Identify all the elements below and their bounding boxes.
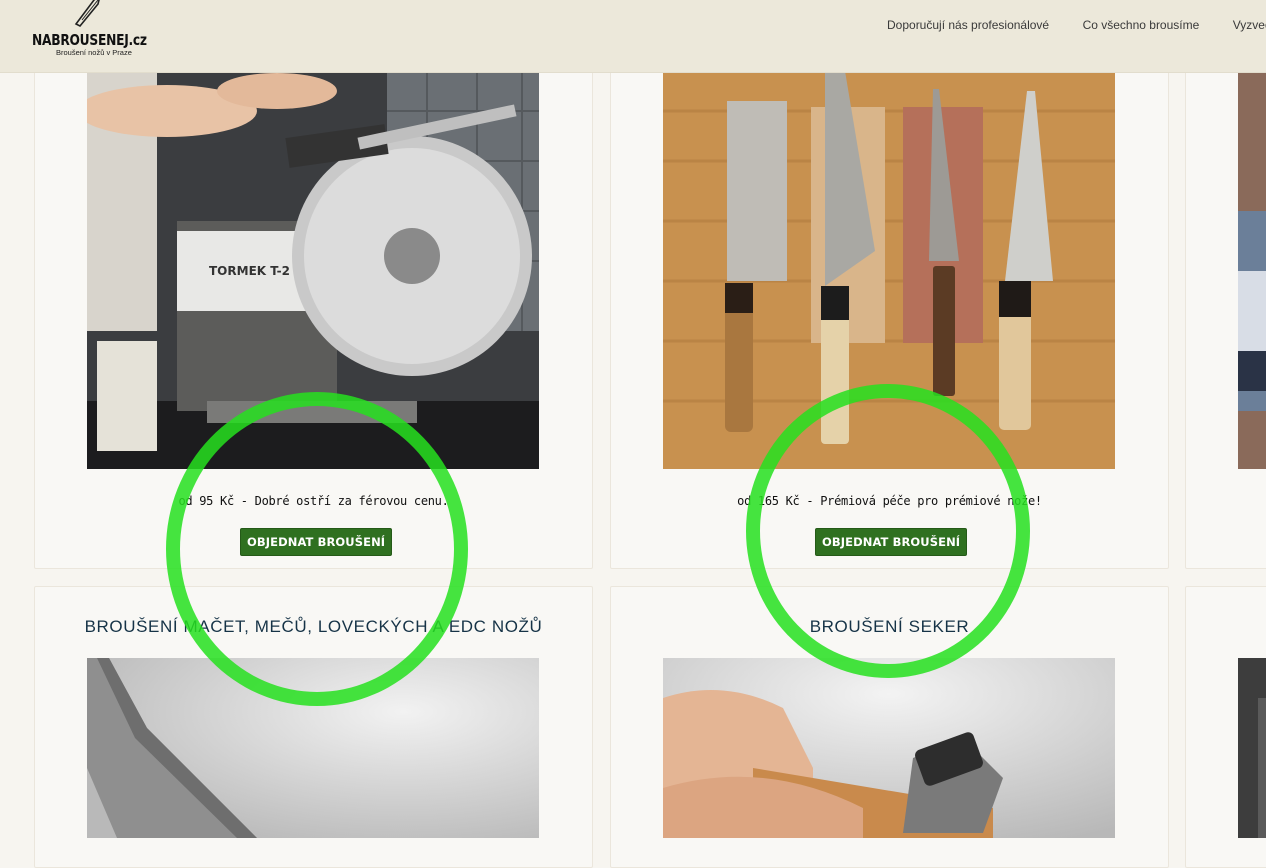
logo-title: NABROUSENEJ.cz xyxy=(32,31,147,49)
section-heading: BROUŠENÍ MAČET, MEČŮ, LOVECKÝCH A EDC NO… xyxy=(84,617,543,636)
japanese-knives-photo xyxy=(663,71,1115,469)
svg-text:TORMEK T-2: TORMEK T-2 xyxy=(209,264,290,278)
nav-item-what-we-sharpen[interactable]: Co všechno brousíme xyxy=(1083,18,1200,32)
order-sharpening-button[interactable]: OBJEDNAT BROUŠENÍ xyxy=(815,528,968,556)
nav-item-pickup[interactable]: Vyzvedn xyxy=(1233,18,1266,32)
service-card-partial xyxy=(1185,40,1266,569)
main-nav: Doporučují nás profesionálové Co všechno… xyxy=(887,16,1266,34)
nav-item-professionals[interactable]: Doporučují nás profesionálové xyxy=(887,18,1049,32)
service-card-axes: BROUŠENÍ SEKER xyxy=(610,586,1169,868)
logo-subtitle: Broušení nožů v Praze xyxy=(56,48,132,57)
price-text: od 95 Kč - Dobré ostří za férovou cenu. xyxy=(178,494,449,508)
price-text: od 165 Kč - Prémiová péče pro prémiové n… xyxy=(737,494,1042,508)
machete-photo xyxy=(87,658,539,838)
service-card-standard: TORMEK T-2 od 95 Kč - Dobré ostří za fér… xyxy=(34,40,593,569)
axe-photo xyxy=(663,658,1115,838)
order-sharpening-button[interactable]: OBJEDNAT BROUŠENÍ xyxy=(240,528,393,556)
site-header: NABROUSENEJ.cz Broušení nožů v Praze Dop… xyxy=(0,0,1266,73)
service-photo xyxy=(1238,71,1266,469)
site-logo[interactable]: NABROUSENEJ.cz Broušení nožů v Praze xyxy=(32,0,172,68)
section-heading: BROUŠENÍ SEKER xyxy=(809,617,970,636)
service-card-premium: od 165 Kč - Prémiová péče pro prémiové n… xyxy=(610,40,1169,569)
knife-logo-icon xyxy=(74,0,100,28)
service-photo xyxy=(1238,658,1266,838)
tormek-sharpener-photo: TORMEK T-2 xyxy=(87,71,539,469)
service-card-partial xyxy=(1185,586,1266,868)
service-card-machetes: BROUŠENÍ MAČET, MEČŮ, LOVECKÝCH A EDC NO… xyxy=(34,586,593,868)
